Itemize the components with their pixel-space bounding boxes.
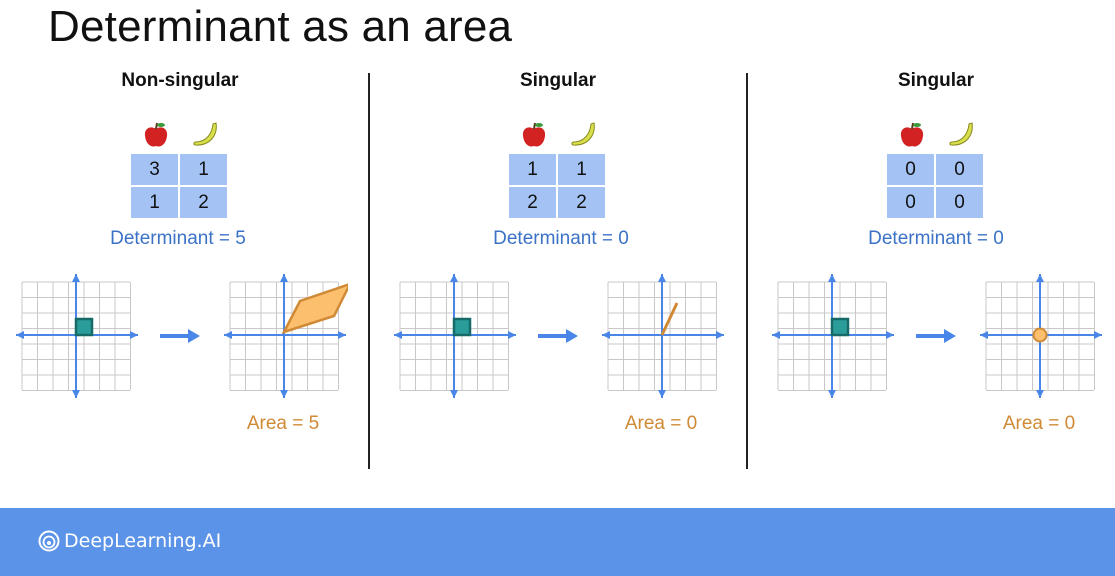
axis-arrowhead — [72, 390, 80, 398]
panel-heading: Singular — [519, 70, 596, 91]
transformed-plane — [980, 274, 1102, 398]
source-plane — [16, 274, 138, 398]
banana-icon — [949, 122, 973, 146]
transformed-plane — [602, 274, 724, 398]
axis-arrowhead — [772, 331, 780, 339]
axis-arrowhead — [658, 274, 666, 282]
matrix-cell: 0 — [936, 154, 983, 185]
axis-arrowhead — [828, 390, 836, 398]
apple-icon — [900, 122, 924, 147]
origin-point — [1032, 327, 1048, 343]
brand-logo: DeepLearning.AI — [38, 530, 221, 552]
panel-heading: Singular — [897, 70, 974, 91]
axis-arrowhead — [1036, 390, 1044, 398]
axis-arrowhead — [886, 331, 894, 339]
unit-square — [452, 317, 472, 337]
panel-divider — [368, 73, 370, 469]
axis-arrowhead — [394, 331, 402, 339]
area-label: Area = 0 — [624, 413, 698, 434]
axis-arrowhead — [602, 331, 610, 339]
axis-arrowhead — [280, 390, 288, 398]
axis-arrowhead — [280, 274, 288, 282]
panel-non-singular: Non-singular 3 1 1 2 Determinant = 5 Are… — [0, 60, 378, 480]
axis-arrowhead — [450, 274, 458, 282]
right-arrow-icon — [916, 329, 956, 343]
axis-arrowhead — [1094, 331, 1102, 339]
matrix-cell: 1 — [509, 154, 556, 185]
unit-square — [74, 317, 94, 337]
axis-arrowhead — [130, 331, 138, 339]
matrix-cell: 0 — [936, 187, 983, 218]
determinant-label: Determinant = 5 — [110, 228, 246, 249]
matrix-cell: 1 — [558, 154, 605, 185]
panel-divider — [746, 73, 748, 469]
panel-singular-line: Singular 1 1 2 2 Determinant = 0 Area = … — [378, 60, 756, 480]
axis-arrowhead — [658, 390, 666, 398]
matrix-cell: 2 — [180, 187, 227, 218]
banana-icon — [571, 122, 595, 146]
footer-bar: DeepLearning.AI — [0, 508, 1115, 576]
axis-arrowhead — [508, 331, 516, 339]
axis-arrowhead — [16, 331, 24, 339]
deeplearning-logo-icon — [38, 530, 60, 552]
axis-arrowhead — [72, 274, 80, 282]
logo-text: DeepLearning.AI — [64, 530, 222, 552]
determinant-label: Determinant = 0 — [493, 228, 629, 249]
right-arrow-icon — [160, 329, 200, 343]
banana-icon — [193, 122, 217, 146]
area-label: Area = 5 — [246, 413, 320, 434]
axis-arrowhead — [828, 274, 836, 282]
source-plane — [772, 274, 894, 398]
panel-singular-point: Singular 0 0 0 0 Determinant = 0 Area = … — [756, 60, 1115, 480]
right-arrow-icon — [538, 329, 578, 343]
axis-arrowhead — [980, 331, 988, 339]
unit-square — [830, 317, 850, 337]
axis-arrowhead — [450, 390, 458, 398]
apple-icon — [144, 122, 168, 147]
matrix-cell: 1 — [180, 154, 227, 185]
source-plane — [394, 274, 516, 398]
axis-arrowhead — [224, 331, 232, 339]
matrix-cell: 0 — [887, 154, 934, 185]
determinant-label: Determinant = 0 — [868, 228, 1004, 249]
matrix-cell: 2 — [558, 187, 605, 218]
matrix-cell: 3 — [131, 154, 178, 185]
transformed-plane — [224, 274, 348, 398]
apple-icon — [522, 122, 546, 147]
panel-heading: Non-singular — [121, 70, 239, 91]
area-label: Area = 0 — [1002, 413, 1076, 434]
axis-arrowhead — [338, 331, 346, 339]
matrix-cell: 2 — [509, 187, 556, 218]
slide-title: Determinant as an area — [48, 2, 513, 51]
matrix-cell: 0 — [887, 187, 934, 218]
axis-arrowhead — [1036, 274, 1044, 282]
matrix-cell: 1 — [131, 187, 178, 218]
axis-arrowhead — [716, 331, 724, 339]
